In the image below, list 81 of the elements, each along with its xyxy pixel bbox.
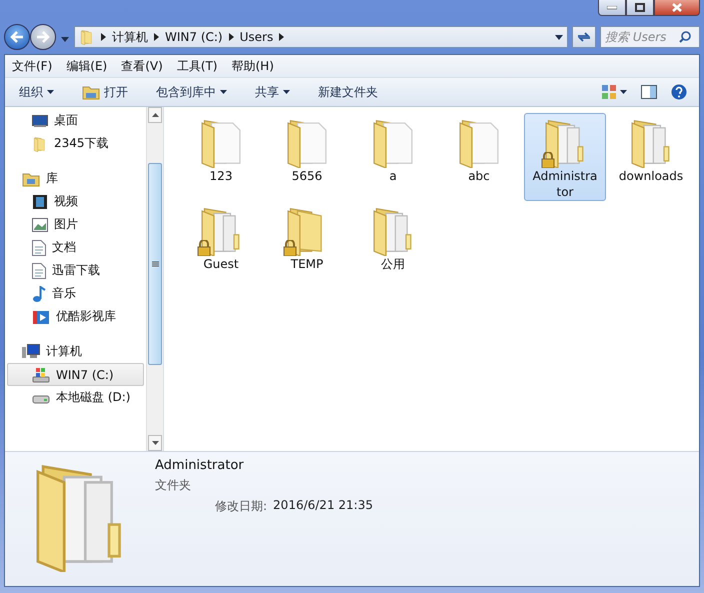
item-type: 文件夹 xyxy=(155,477,192,494)
folder-icon xyxy=(82,84,100,100)
search-icon xyxy=(679,31,691,43)
breadcrumb[interactable]: Users xyxy=(240,30,274,44)
address-bar[interactable]: 计算机 WIN7 (C:) Users xyxy=(74,26,568,48)
nav-item[interactable]: 计算机 xyxy=(7,340,144,363)
toolbar-button[interactable]: 打开 xyxy=(76,80,134,104)
chevron-icon xyxy=(228,33,234,41)
nav-item[interactable]: 本地磁盘 (D:) xyxy=(7,386,144,409)
maximize-icon xyxy=(635,3,645,12)
toolbar-button[interactable]: 包含到库中 xyxy=(150,80,233,104)
nav-item[interactable]: 文档 xyxy=(7,236,144,259)
nav-item[interactable]: 视频 xyxy=(7,190,144,213)
close-button[interactable] xyxy=(654,0,700,16)
folder-item[interactable]: 公用 xyxy=(352,201,434,289)
folder-item[interactable]: downloads xyxy=(610,113,692,201)
search-field[interactable]: 搜索 Users xyxy=(600,26,700,48)
caret-icon xyxy=(61,36,69,42)
maximize-button[interactable] xyxy=(626,0,654,16)
date-value: 2016/6/21 21:35 xyxy=(273,498,373,514)
monitor-icon xyxy=(32,114,48,128)
chevron-icon xyxy=(279,33,284,41)
folder-item[interactable]: 123 xyxy=(180,113,262,201)
caret-icon xyxy=(620,90,627,94)
grip-icon xyxy=(152,261,158,267)
library-icon xyxy=(22,170,40,186)
help-icon xyxy=(671,84,687,100)
preview-pane-icon xyxy=(641,85,657,99)
folder-item[interactable]: a xyxy=(352,113,434,201)
computer-icon xyxy=(22,344,40,360)
menu-item[interactable]: 工具(T) xyxy=(172,56,222,76)
nav-item[interactable]: 迅雷下载 xyxy=(7,259,144,282)
folder-item[interactable]: Guest xyxy=(180,201,262,289)
forward-button[interactable] xyxy=(30,24,56,50)
forward-arrow-icon xyxy=(36,31,50,43)
breadcrumb[interactable]: 计算机 xyxy=(112,28,148,46)
menu-item[interactable]: 文件(F) xyxy=(7,56,58,76)
nav-item[interactable]: 库 xyxy=(7,167,144,190)
chevron-icon xyxy=(101,33,106,41)
nav-item[interactable]: 音乐 xyxy=(7,282,144,305)
film-icon xyxy=(32,194,48,210)
menu-item[interactable]: 帮助(H) xyxy=(226,56,279,76)
play-icon xyxy=(32,308,50,324)
drive-icon xyxy=(32,366,50,382)
menu-item[interactable]: 查看(V) xyxy=(116,56,168,76)
document-icon xyxy=(32,262,46,278)
back-button[interactable] xyxy=(4,24,30,50)
toolbar-button[interactable]: 组织 xyxy=(13,80,60,104)
date-label: 修改日期: xyxy=(215,498,268,515)
folder-item[interactable]: Administrator xyxy=(524,113,606,201)
nav-item[interactable]: 桌面 xyxy=(7,109,144,132)
nav-item[interactable]: 优酷影视库 xyxy=(7,305,144,328)
folder-item[interactable]: abc xyxy=(438,113,520,201)
minimize-icon xyxy=(607,6,617,10)
item-name: Administrator xyxy=(155,458,245,473)
back-arrow-icon xyxy=(10,31,24,43)
caret-icon xyxy=(47,90,54,94)
nav-item[interactable]: WIN7 (C:) xyxy=(7,363,144,386)
up-arrow-icon xyxy=(152,113,158,117)
toolbar-button[interactable]: 共享 xyxy=(249,80,296,104)
caret-icon[interactable] xyxy=(555,34,563,40)
document-icon xyxy=(32,240,46,256)
folder-item[interactable]: 5656 xyxy=(266,113,348,201)
minimize-button[interactable] xyxy=(598,0,626,16)
breadcrumb[interactable]: WIN7 (C:) xyxy=(165,30,223,44)
refresh-arrows-icon xyxy=(577,31,591,43)
down-arrow-icon xyxy=(152,441,158,445)
chevron-icon xyxy=(154,33,159,41)
caret-icon xyxy=(283,90,290,94)
picture-icon xyxy=(32,218,48,232)
menu-item[interactable]: 编辑(E) xyxy=(61,56,112,76)
close-icon xyxy=(672,3,682,12)
music-note-icon xyxy=(32,286,46,302)
caret-icon xyxy=(220,90,227,94)
refresh-button[interactable] xyxy=(572,26,596,48)
toolbar-button[interactable]: 新建文件夹 xyxy=(312,80,384,104)
folder-item[interactable]: TEMP xyxy=(266,201,348,289)
scrollbar[interactable] xyxy=(146,107,163,451)
nav-item[interactable]: 图片 xyxy=(7,213,144,236)
nav-item[interactable]: 2345下载 xyxy=(7,132,144,155)
view-grid-icon xyxy=(602,85,616,99)
